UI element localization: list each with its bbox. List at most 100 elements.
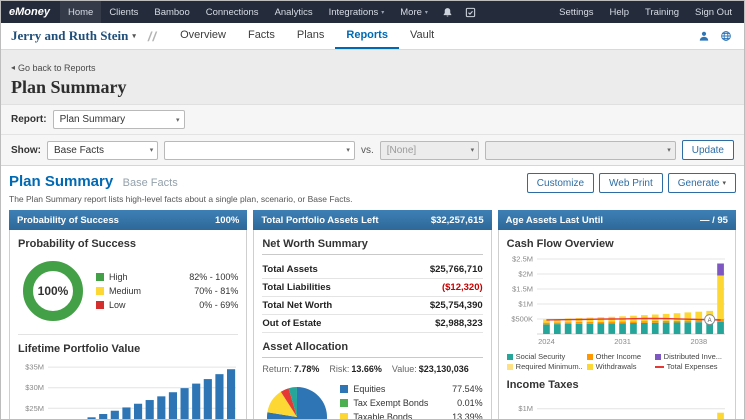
emoney-logo[interactable]: eMoney <box>1 6 60 18</box>
chevron-down-icon: ▾ <box>381 9 385 16</box>
probability-chart-row: 100% High 82% - 100% Medium 70% - 81% Low 0% … <box>18 256 238 326</box>
top-nav-item-help[interactable]: Help <box>602 1 638 23</box>
show-label: Show: <box>11 144 41 156</box>
web-print-button[interactable]: Web Print <box>599 173 663 193</box>
asset-allocation-stats: Return: 7.78% Risk: 13.66% Value: $23,130,036 <box>262 364 482 374</box>
legend-range: 82% - 100% <box>189 272 239 282</box>
update-button[interactable]: Update <box>681 140 734 160</box>
top-nav-item-more[interactable]: More ▾ <box>392 1 436 23</box>
panel-header-value: — / 95 <box>699 214 728 226</box>
probability-panel: Probability of Success 100% Probability … <box>9 210 248 419</box>
legend-label: Tax Exempt Bonds <box>353 398 429 408</box>
top-nav-item-bamboo[interactable]: Bamboo <box>146 1 197 23</box>
asset-allocation-pie-chart <box>267 387 328 419</box>
stat-value: 13.66% <box>351 364 382 374</box>
top-nav-item-integrations[interactable]: Integrations ▾ <box>321 1 393 23</box>
cash-flow-stacked-chart: $2.5M $2M $1.5M $1M $500K 2024 2031 2038 A <box>511 256 725 346</box>
client-bar: Jerry and Ruth Stein ▾ // Overview Facts P… <box>1 23 744 50</box>
back-to-reports-link[interactable]: ◂ Go back to Reports <box>11 63 96 73</box>
chevron-down-icon: ▾ <box>132 32 136 40</box>
svg-text:A: A <box>707 318 711 324</box>
net-worth-value: $2,988,323 <box>435 318 483 329</box>
net-worth-label: Total Net Worth <box>262 300 333 311</box>
tasks-checkbox-icon[interactable] <box>459 7 482 18</box>
allocation-stat: Risk: 13.66% <box>329 364 382 374</box>
report-label: Report: <box>11 114 47 125</box>
client-tabs: Overview Facts Plans Reports Vault <box>169 23 445 49</box>
probability-legend-item: Low 0% - 69% <box>96 300 238 310</box>
legend-range: 0% - 69% <box>199 300 239 310</box>
cashflow-legend-item: Other Income <box>586 352 651 361</box>
client-selector[interactable]: Jerry and Ruth Stein ▾ <box>11 28 136 44</box>
top-nav-item-analytics[interactable]: Analytics <box>267 1 321 23</box>
compare-select[interactable]: [None] <box>379 140 480 160</box>
show-select[interactable]: Base Facts <box>47 140 159 160</box>
svg-text:$1.5M: $1.5M <box>512 285 533 294</box>
client-site-globe-icon[interactable] <box>720 30 732 42</box>
legend-swatch <box>654 365 664 368</box>
lifetime-portfolio-title: Lifetime Portfolio Value <box>18 343 141 355</box>
cashflow-legend-item: Withdrawals <box>586 362 651 371</box>
svg-text:100%: 100% <box>38 284 69 298</box>
compare-detail-select[interactable] <box>485 140 676 160</box>
cash-flow-title: Cash Flow Overview <box>506 238 614 250</box>
top-nav-item-sign-out[interactable]: Sign Out <box>687 1 740 23</box>
income-taxes-chart: $1M$750K$500K$250K <box>518 404 725 419</box>
age-assets-panel-body: Cash Flow Overview $2.5M $2M $1.5M $1M $500K… <box>497 230 736 419</box>
show-detail-select[interactable] <box>164 140 355 160</box>
tab-plans[interactable]: Plans <box>286 23 336 49</box>
income-taxes-title: Income Taxes <box>506 379 579 391</box>
advisor-person-icon[interactable] <box>698 30 710 42</box>
legend-label: High <box>109 272 128 282</box>
back-link-label: Go back to Reports <box>18 62 96 73</box>
top-nav-item-label: Clients <box>109 6 139 18</box>
legend-label: Medium <box>109 286 142 296</box>
legend-value: 13.39% <box>452 412 483 420</box>
legend-swatch <box>340 413 349 419</box>
customize-button[interactable]: Customize <box>526 173 595 193</box>
generate-button-label: Generate <box>677 177 720 189</box>
legend-swatch <box>340 385 349 393</box>
report-select[interactable]: Plan Summary <box>52 110 185 129</box>
top-nav-item-connections[interactable]: Connections <box>198 1 267 23</box>
net-worth-row: Total Assets $25,766,710 <box>262 261 483 279</box>
report-description: The Plan Summary report lists high-level… <box>9 194 353 204</box>
report-title: Plan Summary <box>9 173 114 190</box>
client-bar-icons <box>698 30 744 42</box>
top-nav-item-settings[interactable]: Settings <box>551 1 601 23</box>
show-filter-row: Show: Base Facts vs. [None] Update <box>1 135 744 165</box>
tab-vault[interactable]: Vault <box>399 23 445 49</box>
cashflow-legend-item: Social Security <box>506 352 583 361</box>
legend-label: Distributed Inve... <box>663 352 723 361</box>
top-nav-item-label: Bamboo <box>154 6 190 18</box>
probability-legend-item: High 82% - 100% <box>96 272 238 282</box>
chevron-down-icon: ▾ <box>722 180 726 187</box>
notifications-bell-icon[interactable] <box>436 7 459 18</box>
cashflow-legend-item: Distributed Inve... <box>654 352 727 361</box>
portfolio-panel-header: Total Portfolio Assets Left $32,257,615 <box>253 210 492 230</box>
compare-select-value: [None] <box>386 144 417 156</box>
net-worth-label: Total Assets <box>262 264 318 275</box>
divider <box>18 334 239 335</box>
tab-overview[interactable]: Overview <box>169 23 237 49</box>
stat-label: Risk: <box>329 364 350 374</box>
stat-value: $23,130,036 <box>418 364 469 374</box>
top-nav-item-label: Connections <box>205 6 259 18</box>
allocation-legend-item: Tax Exempt Bonds 0.01% <box>340 398 483 408</box>
tab-facts[interactable]: Facts <box>237 23 286 49</box>
svg-text:$1M: $1M <box>518 404 533 413</box>
lifetime-portfolio-bar-chart: $35M$30M$25M$20M$15M <box>25 363 236 419</box>
asset-allocation-legend: Equities 77.54% Tax Exempt Bonds 0.01% Taxab… <box>340 380 483 420</box>
top-nav-item-training[interactable]: Training <box>637 1 687 23</box>
age-assets-panel: Age Assets Last Until — / 95 Cash Flow O… <box>497 210 736 419</box>
tab-reports[interactable]: Reports <box>335 23 399 49</box>
client-name-label: Jerry and Ruth Stein <box>11 28 129 43</box>
top-nav-item-home[interactable]: Home <box>59 1 102 23</box>
generate-button[interactable]: Generate ▾ <box>667 173 736 193</box>
top-nav-item-clients[interactable]: Clients <box>101 1 146 23</box>
probability-donut-chart: 100% <box>23 261 83 321</box>
report-columns: Probability of Success 100% Probability … <box>9 210 736 420</box>
svg-text:$2.5M: $2.5M <box>512 256 533 264</box>
page-title: Plan Summary <box>11 77 127 97</box>
report-select-value: Plan Summary <box>59 114 126 125</box>
